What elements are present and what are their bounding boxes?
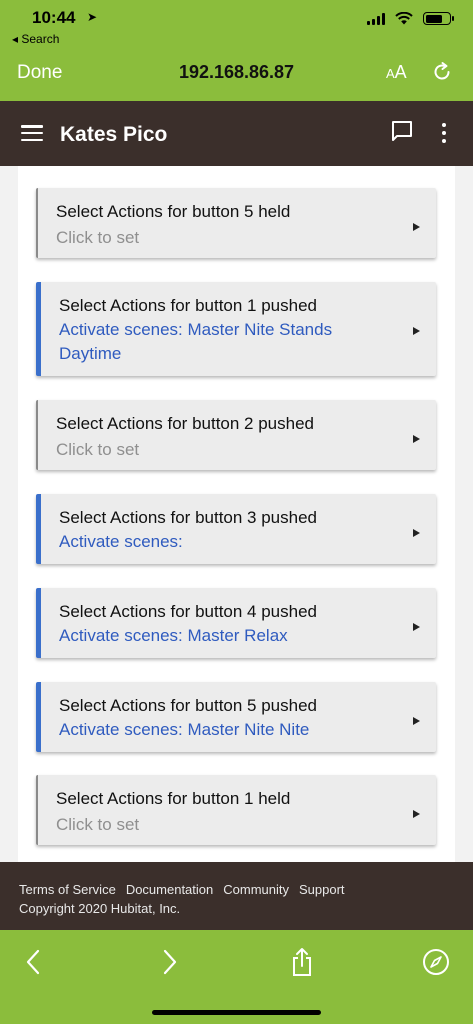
battery-icon (423, 12, 454, 25)
app-header: Kates Pico (0, 101, 473, 166)
browser-top-bar: 10:44 ➤ ◂ Search Done 192.168.86.87 AA (0, 0, 473, 101)
expand-arrow-icon (413, 623, 420, 631)
actions-panel: Select Actions for button 5 held Click t… (18, 166, 455, 862)
text-size-button[interactable]: AA (386, 62, 407, 83)
action-button1-held[interactable]: Select Actions for button 1 held Click t… (36, 775, 436, 845)
expand-arrow-icon (413, 223, 420, 231)
reload-icon[interactable] (431, 61, 453, 83)
back-icon[interactable] (18, 947, 48, 977)
footer-link-support[interactable]: Support (299, 882, 345, 897)
action-title: Select Actions for button 2 pushed (56, 414, 315, 433)
done-button[interactable]: Done (17, 62, 62, 84)
cellular-signal-icon (367, 12, 385, 25)
expand-arrow-icon (413, 810, 420, 818)
share-icon[interactable] (287, 947, 317, 977)
footer-link-terms[interactable]: Terms of Service (19, 882, 116, 897)
compass-icon[interactable] (421, 947, 451, 977)
footer-links: Terms of Service Documentation Community… (19, 882, 345, 897)
feedback-icon[interactable] (390, 119, 414, 143)
expand-arrow-icon (413, 327, 420, 335)
expand-arrow-icon (413, 717, 420, 725)
action-value: Activate scenes: Master Relax (59, 626, 288, 645)
action-value: Activate scenes: Master Nite Nite (59, 720, 310, 739)
wifi-icon (395, 12, 413, 25)
action-button1-pushed[interactable]: Select Actions for button 1 pushed Activ… (36, 282, 436, 376)
site-footer: Terms of Service Documentation Community… (0, 862, 473, 930)
copyright-text: Copyright 2020 Hubitat, Inc. (19, 901, 181, 916)
more-options-icon[interactable] (441, 123, 447, 143)
footer-link-documentation[interactable]: Documentation (126, 882, 213, 897)
location-arrow-icon: ➤ (87, 10, 98, 24)
forward-icon[interactable] (155, 947, 185, 977)
footer-link-community[interactable]: Community (223, 882, 289, 897)
action-title: Select Actions for button 4 pushed (59, 602, 318, 621)
action-value: Activate scenes: (59, 532, 183, 551)
back-to-search-link[interactable]: ◂ Search (12, 32, 59, 46)
page-title: Kates Pico (60, 123, 168, 146)
action-value: Click to set (56, 815, 140, 834)
expand-arrow-icon (413, 529, 420, 537)
home-indicator (152, 1010, 321, 1015)
status-time: 10:44 (32, 8, 76, 27)
action-title: Select Actions for button 1 held (56, 789, 291, 808)
action-button5-held[interactable]: Select Actions for button 5 held Click t… (36, 188, 436, 258)
action-title: Select Actions for button 1 pushed (59, 296, 318, 315)
action-button3-pushed[interactable]: Select Actions for button 3 pushed Activ… (36, 494, 436, 564)
action-title: Select Actions for button 5 pushed (59, 696, 318, 715)
action-title: Select Actions for button 3 pushed (59, 508, 318, 527)
action-title: Select Actions for button 5 held (56, 202, 291, 221)
action-value: Click to set (56, 440, 140, 459)
action-button4-pushed[interactable]: Select Actions for button 4 pushed Activ… (36, 588, 436, 658)
action-button2-pushed[interactable]: Select Actions for button 2 pushed Click… (36, 400, 436, 470)
action-button5-pushed[interactable]: Select Actions for button 5 pushed Activ… (36, 682, 436, 752)
action-value: Click to set (56, 228, 140, 247)
expand-arrow-icon (413, 435, 420, 443)
hamburger-menu-icon[interactable] (21, 125, 43, 141)
action-value: Activate scenes: Master Nite Stands Dayt… (59, 320, 333, 363)
status-indicators (367, 12, 454, 25)
